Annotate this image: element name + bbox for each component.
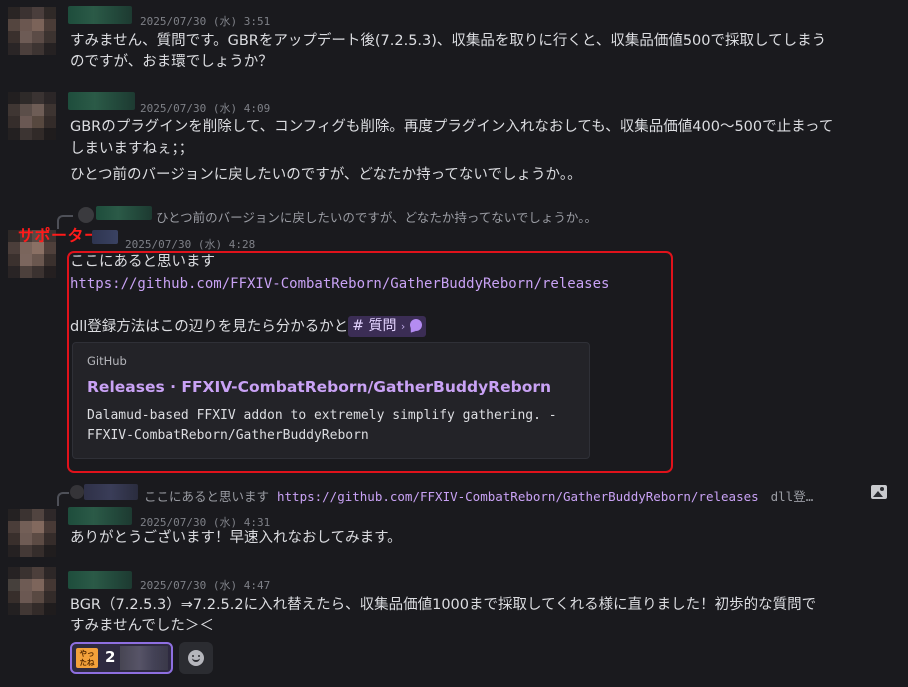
embed-description: Dalamud-based FFXIV addon to extremely s… xyxy=(87,406,557,446)
timestamp: 2025/07/30 (水) 3:51 xyxy=(140,15,271,28)
link-embed: GitHub Releases · FFXIV-CombatReborn/Gat… xyxy=(72,342,590,459)
reply-preview[interactable]: ここにあると思います https://github.com/FFXIV-Comb… xyxy=(144,486,813,505)
message-line: のですが、おま環でしょうか？ xyxy=(70,54,273,70)
reply-preview-link: https://github.com/FFXIV-CombatReborn/Ga… xyxy=(277,489,759,504)
timestamp: 2025/07/30 (水) 4:47 xyxy=(140,579,271,592)
embed-description-line: FFXIV-CombatReborn/GatherBuddyReborn xyxy=(87,428,369,443)
message-text: dll登録方法はこの辺りを見たら分かるかと xyxy=(70,319,349,335)
reply-preview-text: ここにあると思います xyxy=(144,489,270,504)
embed-title[interactable]: Releases · FFXIV-CombatReborn/GatherBudd… xyxy=(87,378,551,396)
chat-bubble-icon xyxy=(408,319,422,335)
avatar[interactable] xyxy=(8,509,56,557)
reply-connector xyxy=(57,492,69,506)
channel-mention[interactable]: # 質問 › xyxy=(348,316,426,337)
message-line: すみません、質問です。GBRをアップデート後(7.2.5.3)、収集品を取りに行… xyxy=(70,33,827,49)
message-line: ありがとうございます！早速入れなおしてみます。 xyxy=(70,530,402,546)
message-line: すみませんでした＞＜ xyxy=(70,618,214,634)
username[interactable] xyxy=(68,571,132,589)
username[interactable] xyxy=(92,230,118,244)
username[interactable] xyxy=(68,6,132,24)
message-line: ひとつ前のバージョンに戻したいのですが、どなたか持ってないでしょうか｡｡ xyxy=(70,167,575,183)
reply-username[interactable] xyxy=(96,206,152,220)
timestamp: 2025/07/30 (水) 4:09 xyxy=(140,102,271,115)
message-line: しまいますねぇ；； xyxy=(70,141,194,157)
reply-preview-tail: dll登… xyxy=(770,489,814,504)
message-line: ここにあると思います xyxy=(70,254,215,270)
chevron-right-icon: › xyxy=(400,320,406,333)
reply-username[interactable] xyxy=(84,484,138,500)
avatar[interactable] xyxy=(8,92,56,140)
add-reaction-button[interactable] xyxy=(179,642,213,674)
message-line: dll登録方法はこの辺りを見たら分かるかと # 質問 › xyxy=(70,316,426,339)
message: 2025/07/30 (水) 4:09 GBRのプラグインを削除して、コンフィグ… xyxy=(0,85,908,195)
smiley-icon xyxy=(188,650,204,666)
embed-description-line: Dalamud-based FFXIV addon to extremely s… xyxy=(87,408,557,423)
yattane-emoji: やったね xyxy=(76,648,98,668)
embed-provider[interactable]: GitHub xyxy=(87,354,127,368)
reactor-avatars xyxy=(120,646,168,670)
github-link[interactable]: https://github.com/FFXIV-CombatReborn/Ga… xyxy=(70,273,609,296)
username[interactable] xyxy=(68,92,135,110)
message: 2025/07/30 (水) 3:51 すみません、質問です。GBRをアップデー… xyxy=(0,0,908,80)
reaction-button[interactable]: やったね 2 xyxy=(70,642,173,674)
reply-avatar[interactable] xyxy=(78,207,94,223)
avatar[interactable] xyxy=(8,7,56,55)
username[interactable] xyxy=(68,507,132,525)
avatar[interactable] xyxy=(8,567,56,615)
reaction-count: 2 xyxy=(105,648,116,666)
message-line: GBRのプラグインを削除して、コンフィグも削除。再度プラグイン入れなおしても、収… xyxy=(70,119,834,135)
reply-preview[interactable]: ひとつ前のバージョンに戻したいのですが、どなたか持ってないでしょうか｡｡ xyxy=(156,207,591,226)
reply-avatar[interactable] xyxy=(70,485,84,499)
message-line: BGR（7.2.5.3）⇒7.2.5.2に入れ替えたら、収集品価値1000まで採… xyxy=(70,597,817,613)
supporter-annotation: サポーター xyxy=(18,226,101,245)
timestamp: 2025/07/30 (水) 4:28 xyxy=(125,238,256,251)
channel-mention-label: # 質問 xyxy=(352,318,397,334)
image-icon xyxy=(871,485,887,499)
